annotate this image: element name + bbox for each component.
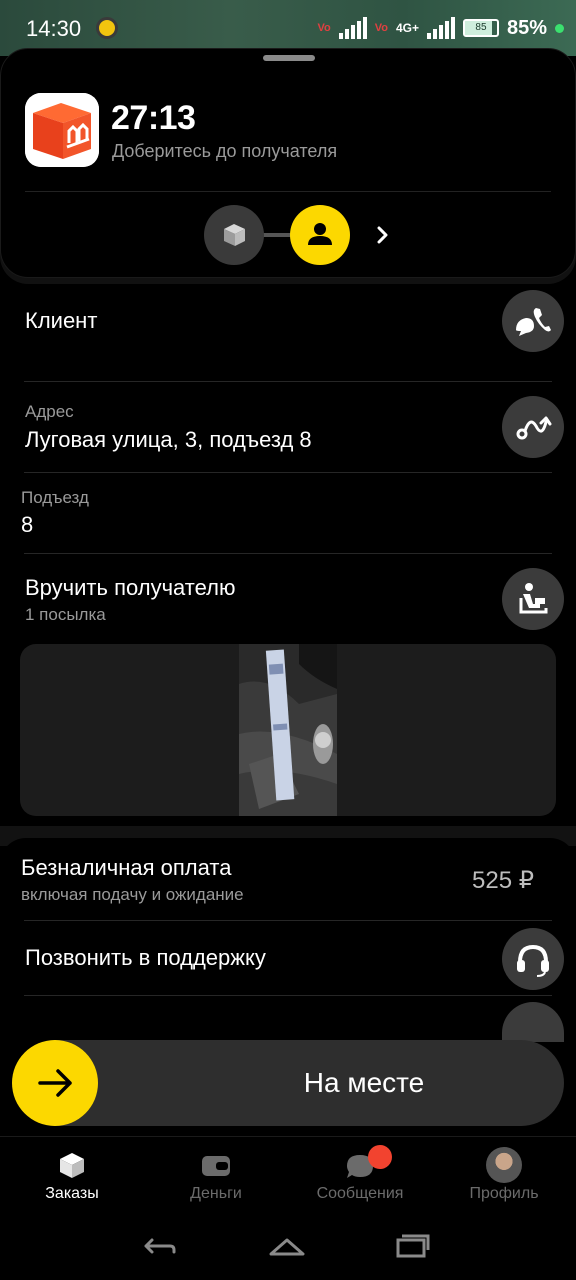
notification-badge-icon <box>96 17 118 39</box>
nav-money[interactable]: Деньги <box>144 1137 288 1213</box>
route-button[interactable] <box>502 396 564 458</box>
divider <box>24 381 552 382</box>
step-package[interactable] <box>204 205 264 265</box>
order-header-card[interactable]: 27:13 Доберитесь до получателя <box>0 48 576 278</box>
avatar <box>486 1147 522 1183</box>
slide-handle[interactable] <box>12 1040 98 1126</box>
parcel-photo[interactable] <box>239 644 337 816</box>
home-icon[interactable] <box>268 1232 306 1260</box>
client-label: Клиент <box>25 308 98 333</box>
nav-messages[interactable]: Сообщения <box>288 1137 432 1213</box>
handover-button[interactable] <box>502 568 564 630</box>
battery-percent: 85% <box>506 16 547 39</box>
divider <box>24 472 552 473</box>
nav-orders[interactable]: Заказы <box>0 1137 144 1213</box>
address-label: Адрес <box>25 402 74 421</box>
privacy-dot-icon <box>555 23 564 33</box>
order-status-subtitle: Доберитесь до получателя <box>112 141 338 161</box>
order-price: 525 ₽ <box>472 867 534 894</box>
address-value[interactable]: Луговая улица, 3, подъезд 8 <box>25 427 312 453</box>
step-recipient[interactable] <box>290 205 350 265</box>
system-navigation-bar <box>0 1212 576 1280</box>
battery-level: 85 <box>475 22 487 33</box>
headset-icon <box>517 944 549 977</box>
status-time: 14:30 <box>26 16 82 41</box>
chat-phone-icon <box>516 308 551 336</box>
entrance-value: 8 <box>21 512 34 537</box>
payment-note: включая подачу и ожидание <box>21 885 244 904</box>
cube-icon <box>60 1153 84 1178</box>
divider <box>24 995 552 996</box>
back-icon[interactable] <box>142 1232 178 1260</box>
divider <box>24 920 552 921</box>
battery-icon: 85 <box>462 19 499 37</box>
nav-messages-label: Сообщения <box>316 1185 404 1202</box>
delivery-title: Вручить получателю <box>25 575 236 600</box>
entrance-label: Подъезд <box>21 488 89 507</box>
chevron-right-icon[interactable] <box>371 219 395 251</box>
support-call-button[interactable] <box>502 928 564 990</box>
handover-icon <box>519 583 548 614</box>
signal-icon-2 <box>426 17 455 39</box>
arrow-right-icon <box>38 1069 72 1097</box>
call-client-button[interactable] <box>502 290 564 352</box>
divider <box>24 553 552 554</box>
parcel-photo-container[interactable] <box>20 644 556 816</box>
nav-money-label: Деньги <box>190 1185 242 1202</box>
volte-icon-2: Vo <box>374 22 388 34</box>
status-icons: Vo Vo 4G+ 85 85% <box>317 14 564 42</box>
payment-title: Безналичная оплата <box>21 855 232 880</box>
bottom-navigation: Заказы Деньги Сообщения Профиль <box>0 1136 576 1212</box>
countdown-timer: 27:13 <box>111 99 196 137</box>
wallet-icon <box>202 1156 230 1176</box>
package-icon <box>224 224 245 246</box>
signal-icon <box>338 17 367 39</box>
drag-handle[interactable] <box>263 55 315 61</box>
nav-profile[interactable]: Профиль <box>432 1137 576 1213</box>
recents-icon[interactable] <box>394 1232 430 1260</box>
network-type: 4G+ <box>395 21 419 35</box>
volte-icon: Vo <box>317 22 331 34</box>
unread-indicator <box>368 1145 392 1169</box>
app-logo <box>25 93 99 167</box>
route-icon <box>516 416 552 440</box>
arrived-label: На месте <box>303 1067 425 1098</box>
nav-profile-label: Профиль <box>469 1185 539 1202</box>
support-call-label[interactable]: Позвонить в поддержку <box>25 945 266 971</box>
person-icon <box>308 223 332 245</box>
divider <box>25 191 551 192</box>
nav-orders-label: Заказы <box>45 1185 99 1202</box>
parcel-count: 1 посылка <box>25 605 106 624</box>
